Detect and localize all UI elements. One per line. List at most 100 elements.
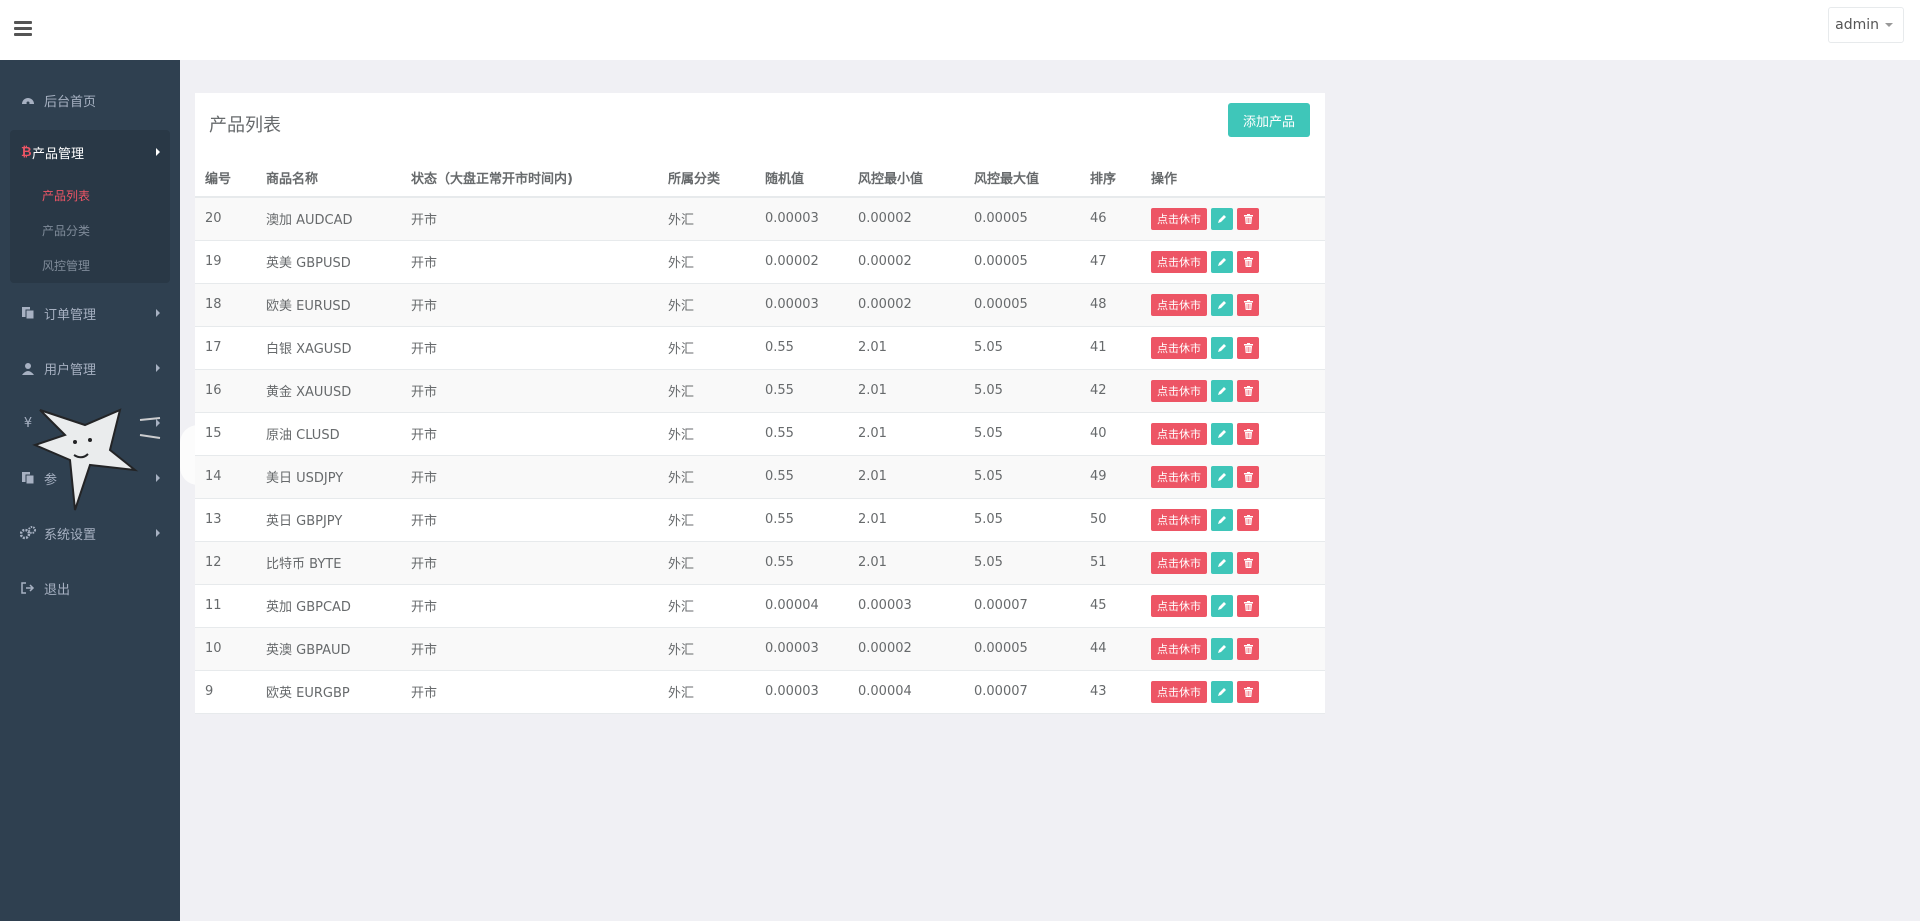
- edit-button[interactable]: [1211, 508, 1233, 531]
- table-cell: 0.00003: [755, 670, 848, 714]
- delete-button[interactable]: [1237, 508, 1259, 531]
- table-cell: 5.05: [964, 498, 1080, 542]
- delete-button[interactable]: [1237, 422, 1259, 445]
- table-cell: 外汇: [658, 670, 755, 714]
- table-cell: 2.01: [848, 369, 964, 413]
- menu-toggle-icon[interactable]: [14, 21, 32, 37]
- edit-button[interactable]: [1211, 250, 1233, 273]
- edit-button[interactable]: [1211, 379, 1233, 402]
- delete-button[interactable]: [1237, 637, 1259, 660]
- delete-button[interactable]: [1237, 551, 1259, 574]
- delete-button[interactable]: [1237, 336, 1259, 359]
- delete-button[interactable]: [1237, 379, 1259, 402]
- edit-button[interactable]: [1211, 293, 1233, 316]
- add-product-button[interactable]: 添加产品: [1228, 103, 1310, 137]
- table-cell: 外汇: [658, 584, 755, 628]
- user-icon: [20, 360, 36, 376]
- svg-text:₿: ₿: [21, 145, 32, 158]
- actions-cell: 点击休市: [1141, 670, 1325, 714]
- delete-button[interactable]: [1237, 594, 1259, 617]
- close-market-button[interactable]: 点击休市: [1151, 336, 1207, 359]
- pencil-icon: [1218, 644, 1226, 653]
- close-market-button[interactable]: 点击休市: [1151, 465, 1207, 488]
- user-dropdown[interactable]: admin: [1828, 7, 1904, 43]
- pencil-icon: [1218, 300, 1226, 309]
- sidebar-item-label: 后台首页: [44, 94, 97, 110]
- sidebar-subitem-product-category[interactable]: 产品分类: [42, 222, 90, 239]
- column-header: 风控最小值: [848, 158, 964, 198]
- table-row: 15 原油 CLUSD 开市 外汇 0.55 2.01 5.05 40 点击休市: [195, 412, 1325, 456]
- table-row: 9 欧英 EURGBP 开市 外汇 0.00003 0.00004 0.00007 43 点击休…: [195, 670, 1325, 714]
- table-cell: 0.00007: [964, 670, 1080, 714]
- table-cell: 外汇: [658, 369, 755, 413]
- actions-cell: 点击休市: [1141, 455, 1325, 499]
- close-market-button[interactable]: 点击休市: [1151, 508, 1207, 531]
- table-row: 20 澳加 AUDCAD 开市 外汇 0.00003 0.00002 0.00005 46 点击…: [195, 197, 1325, 241]
- table-cell: 42: [1080, 369, 1141, 413]
- edit-button[interactable]: [1211, 637, 1233, 660]
- close-market-button[interactable]: 点击休市: [1151, 250, 1207, 273]
- table-cell: 12: [195, 541, 256, 585]
- top-bar: admin: [0, 0, 1920, 60]
- sidebar-subitem-risk-control[interactable]: 风控管理: [42, 257, 90, 274]
- delete-button[interactable]: [1237, 465, 1259, 488]
- close-market-button[interactable]: 点击休市: [1151, 422, 1207, 445]
- sidebar-item-home[interactable]: 后台首页: [0, 80, 180, 120]
- table-cell: 比特币 BYTE: [256, 541, 401, 585]
- table-cell: 0.00005: [964, 240, 1080, 284]
- table-cell: 0.00003: [755, 197, 848, 241]
- table-cell: 开市: [401, 670, 658, 714]
- pencil-icon: [1218, 386, 1226, 395]
- sidebar-item-users[interactable]: 用户管理: [0, 348, 180, 388]
- edit-button[interactable]: [1211, 680, 1233, 703]
- table-row: 11 英加 GBPCAD 开市 外汇 0.00004 0.00003 0.00007 45 点击…: [195, 584, 1325, 628]
- edit-button[interactable]: [1211, 594, 1233, 617]
- caret-down-icon: [1885, 23, 1893, 27]
- delete-button[interactable]: [1237, 680, 1259, 703]
- column-header: 随机值: [755, 158, 848, 198]
- table-cell: 开市: [401, 240, 658, 284]
- close-market-button[interactable]: 点击休市: [1151, 637, 1207, 660]
- delete-button[interactable]: [1237, 293, 1259, 316]
- edit-button[interactable]: [1211, 207, 1233, 230]
- table-row: 17 白银 XAGUSD 开市 外汇 0.55 2.01 5.05 41 点击休市: [195, 326, 1325, 370]
- edit-button[interactable]: [1211, 422, 1233, 445]
- actions-cell: 点击休市: [1141, 326, 1325, 370]
- close-market-button[interactable]: 点击休市: [1151, 293, 1207, 316]
- table-cell: 0.55: [755, 455, 848, 499]
- close-market-button[interactable]: 点击休市: [1151, 551, 1207, 574]
- delete-button[interactable]: [1237, 207, 1259, 230]
- trash-icon: [1243, 686, 1253, 697]
- trash-icon: [1243, 643, 1253, 654]
- sidebar-item-products[interactable]: ₿ 产品管理: [10, 130, 170, 175]
- delete-button[interactable]: [1237, 250, 1259, 273]
- sidebar-item-orders[interactable]: 订单管理: [0, 293, 180, 333]
- copy-icon: [20, 305, 36, 321]
- sidebar-item-logout[interactable]: 退出: [0, 568, 180, 608]
- table-cell: 5.05: [964, 369, 1080, 413]
- column-header: 所属分类: [658, 158, 755, 198]
- sidebar-subitem-product-list[interactable]: 产品列表: [42, 187, 90, 204]
- edit-button[interactable]: [1211, 336, 1233, 359]
- table-cell: 0.00005: [964, 197, 1080, 241]
- table-cell: 黄金 XAUUSD: [256, 369, 401, 413]
- table-cell: 50: [1080, 498, 1141, 542]
- table-cell: 0.00003: [848, 584, 964, 628]
- close-market-button[interactable]: 点击休市: [1151, 379, 1207, 402]
- edit-button[interactable]: [1211, 465, 1233, 488]
- table-cell: 原油 CLUSD: [256, 412, 401, 456]
- close-market-button[interactable]: 点击休市: [1151, 594, 1207, 617]
- table-row: 16 黄金 XAUUSD 开市 外汇 0.55 2.01 5.05 42 点击休市: [195, 369, 1325, 413]
- edit-button[interactable]: [1211, 551, 1233, 574]
- sidebar-group-products: ₿ 产品管理 产品列表 产品分类 风控管理: [10, 130, 170, 283]
- close-market-button[interactable]: 点击休市: [1151, 680, 1207, 703]
- table-cell: 0.00005: [964, 283, 1080, 327]
- sign-out-icon: [20, 580, 36, 596]
- bitcoin-icon: ₿: [20, 144, 32, 162]
- close-market-button[interactable]: 点击休市: [1151, 207, 1207, 230]
- actions-cell: 点击休市: [1141, 369, 1325, 413]
- table-cell: 0.55: [755, 498, 848, 542]
- pencil-icon: [1218, 257, 1226, 266]
- table-cell: 43: [1080, 670, 1141, 714]
- trash-icon: [1243, 600, 1253, 611]
